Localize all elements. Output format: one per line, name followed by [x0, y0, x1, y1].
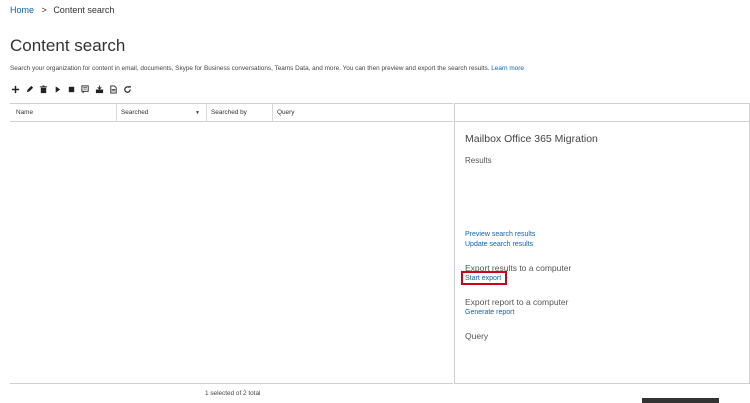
- breadcrumb-current: Content search: [53, 5, 115, 15]
- bottom-bar: [642, 398, 719, 403]
- breadcrumb: Home > Content search: [10, 5, 114, 15]
- column-label: Name: [16, 109, 34, 116]
- refresh-icon[interactable]: [122, 84, 132, 94]
- page-title: Content search: [10, 36, 126, 55]
- grid-bottom-border: [10, 383, 453, 384]
- preview-search-results-link[interactable]: Preview search results: [465, 231, 535, 238]
- generate-report-link[interactable]: Generate report: [465, 309, 514, 316]
- add-icon[interactable]: [10, 84, 20, 94]
- sort-descending-icon: ▼: [195, 110, 200, 116]
- query-label: Query: [465, 331, 489, 341]
- results-label: Results: [465, 156, 492, 165]
- column-header-query[interactable]: Query: [272, 104, 453, 121]
- selection-status: 1 selected of 2 total: [205, 390, 261, 397]
- page-description: Search your organization for content in …: [10, 65, 524, 72]
- column-label: Query: [277, 109, 295, 116]
- column-header-searched[interactable]: Searched ▼: [116, 104, 206, 121]
- breadcrumb-separator: >: [41, 5, 47, 15]
- start-icon[interactable]: [52, 84, 62, 94]
- grid-header-border: [10, 121, 453, 122]
- edit-icon[interactable]: [24, 84, 34, 94]
- preview-icon[interactable]: [80, 84, 90, 94]
- column-label: Searched: [121, 109, 149, 116]
- delete-icon[interactable]: [38, 84, 48, 94]
- toolbar: [10, 84, 132, 94]
- breadcrumb-home-link[interactable]: Home: [10, 5, 34, 15]
- start-export-highlight: [461, 271, 507, 285]
- report-icon[interactable]: [108, 84, 118, 94]
- column-header-name[interactable]: Name: [12, 104, 116, 121]
- stop-icon[interactable]: [66, 84, 76, 94]
- update-search-results-link[interactable]: Update search results: [465, 241, 533, 248]
- learn-more-link[interactable]: Learn more: [491, 65, 524, 72]
- details-header-border: [454, 121, 750, 122]
- details-title: Mailbox Office 365 Migration: [465, 133, 598, 145]
- export-icon[interactable]: [94, 84, 104, 94]
- column-label: Searched by: [211, 109, 247, 116]
- column-header-searched-by[interactable]: Searched by: [206, 104, 272, 121]
- export-report-heading: Export report to a computer: [465, 297, 569, 307]
- description-text: Search your organization for content in …: [10, 65, 490, 72]
